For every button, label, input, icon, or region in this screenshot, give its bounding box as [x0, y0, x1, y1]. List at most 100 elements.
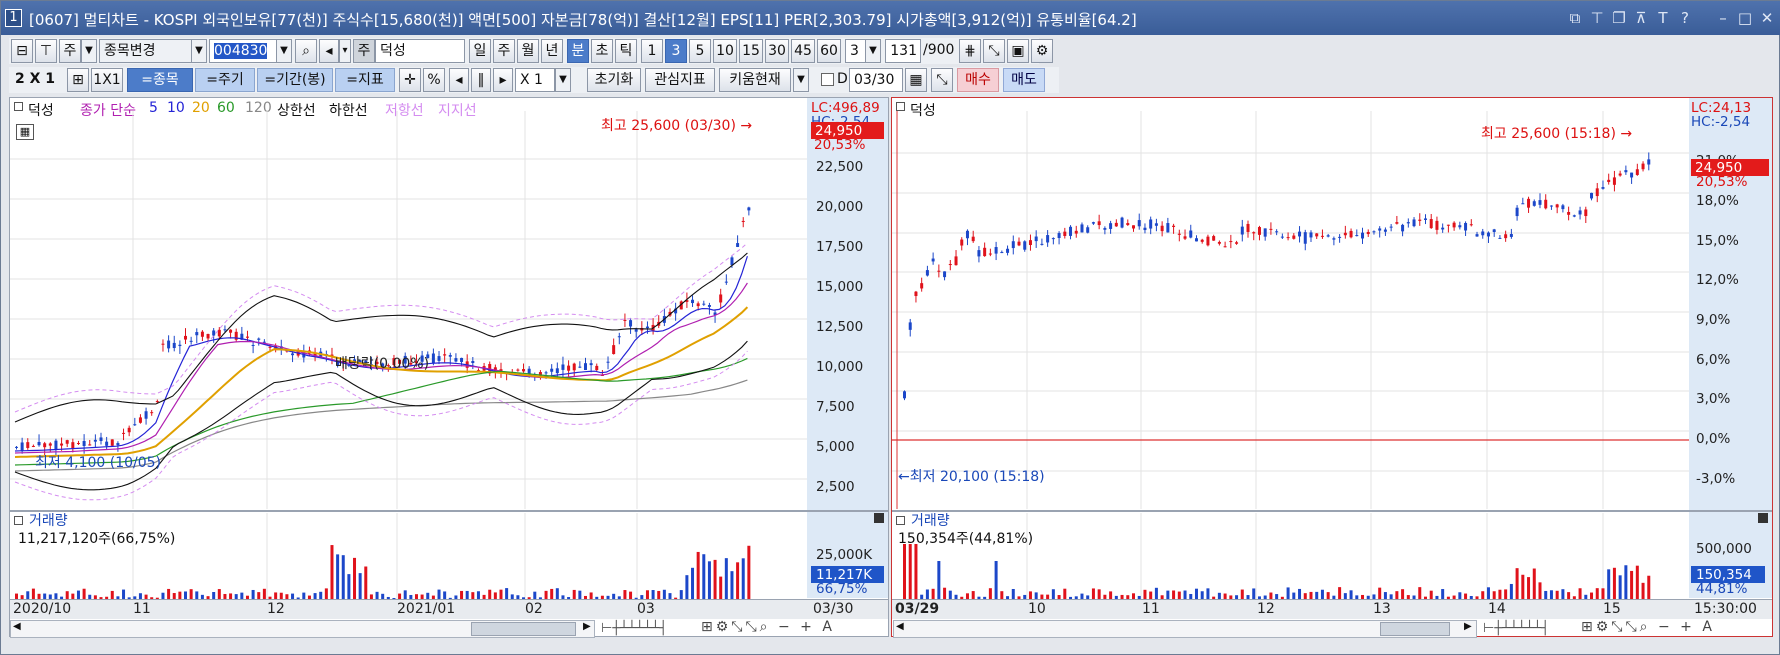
minute-5-button[interactable]: 5	[689, 39, 711, 63]
candle-body	[595, 365, 599, 371]
minimize-icon[interactable]: –	[1713, 8, 1733, 28]
one-by-one-button[interactable]: 1X1	[91, 68, 123, 92]
candle-body	[1452, 222, 1456, 228]
settings-gear-icon[interactable]: ⚙	[1031, 39, 1053, 63]
stock-code-input[interactable]: 004830	[209, 39, 277, 63]
font-icon[interactable]: T	[1653, 8, 1673, 28]
period-month-button[interactable]: 월	[517, 39, 539, 63]
close-icon[interactable]: ✕	[1757, 8, 1777, 28]
right-scrollbar[interactable]: ◀ ▶	[893, 620, 1477, 638]
cascade-icon[interactable]: ❐	[1609, 8, 1629, 28]
save-icon[interactable]: ▣	[1007, 39, 1029, 63]
volume-bar	[1172, 590, 1176, 599]
scroll-right-icon[interactable]: ▸	[493, 68, 513, 92]
volume-bar	[1429, 590, 1433, 599]
right-scroll-right-icon[interactable]: ▶	[1464, 621, 1472, 632]
minute-30-button[interactable]: 30	[765, 39, 789, 63]
kiwoom-dropdown-icon[interactable]: ▼	[793, 68, 809, 92]
indicator-icon[interactable]: ⋕	[959, 39, 981, 63]
candle-body	[1103, 228, 1107, 230]
right-zoom-slider[interactable]: ⊢┼┴┴┴┴┴┤	[1483, 621, 1549, 636]
left-zoom-slider[interactable]: ⊢┼┴┴┴┴┴┤	[601, 621, 667, 636]
buy-button[interactable]: 매수	[957, 68, 999, 92]
draw-icon[interactable]: ⤡	[983, 39, 1005, 63]
candle-body	[920, 283, 924, 289]
left-scroll-thumb[interactable]	[471, 622, 576, 636]
candle-body	[617, 336, 621, 338]
link-icon[interactable]: ⧉	[1565, 8, 1585, 28]
fix-icon[interactable]: ⊼	[1631, 8, 1651, 28]
sync-period-button[interactable]: =주기	[195, 68, 255, 92]
scroll-left-icon[interactable]: ◂	[449, 68, 469, 92]
period-week-button[interactable]: 주	[493, 39, 515, 63]
candle-body	[1332, 238, 1336, 240]
toolbar-row-2: 2 X 1 ⊞ 1X1 =종목 =주기 =기간(봉) =지표 ✛ % ◂ ‖ ▸…	[9, 67, 1059, 93]
right-bottom-tools-icon[interactable]: ⊞⚙⤡⤡⌕ − + A	[1581, 619, 1715, 635]
candle-body	[903, 391, 906, 399]
left-volume-collapse-icon[interactable]	[874, 513, 884, 523]
right-volume-collapse-icon[interactable]	[1758, 513, 1768, 523]
left-scroll-right-icon[interactable]: ▶	[583, 621, 591, 632]
pin-icon[interactable]: ⊤	[1587, 8, 1607, 28]
period-day-button[interactable]: 일	[469, 39, 491, 63]
pause-icon[interactable]: ‖	[471, 68, 491, 92]
right-scroll-thumb[interactable]	[1380, 622, 1450, 636]
maximize-icon[interactable]: □	[1735, 8, 1755, 28]
volume-bar	[330, 545, 334, 599]
zoom-dropdown-icon[interactable]: ▼	[555, 68, 571, 92]
order-icon[interactable]: ⤡	[931, 68, 953, 92]
period-year-button[interactable]: 년	[541, 39, 563, 63]
sync-stock-button[interactable]: =종목	[127, 68, 193, 92]
stock-change-select[interactable]: 종목변경	[99, 39, 193, 63]
stock-name-field[interactable]: 덕성	[375, 39, 465, 63]
sell-button[interactable]: 매도	[1003, 68, 1045, 92]
right-volume-checkbox[interactable]	[896, 516, 905, 525]
pin-toggle-icon[interactable]: ⊤	[35, 39, 57, 63]
count-input[interactable]: 131	[885, 39, 921, 63]
left-change-pct: 20,53%	[814, 137, 866, 153]
minute-1-button[interactable]: 1	[641, 39, 663, 63]
kiwoom-current-button[interactable]: 키움현재	[719, 68, 791, 92]
left-volume-checkbox[interactable]	[14, 516, 23, 525]
calendar-icon[interactable]: ▦	[905, 68, 927, 92]
minute-3-button[interactable]: 3	[665, 39, 687, 63]
sync-range-button[interactable]: =기간(봉)	[257, 68, 333, 92]
date-input[interactable]: 03/30	[849, 68, 903, 92]
left-scrollbar[interactable]: ◀ ▶	[10, 620, 595, 638]
help-icon[interactable]: ?	[1675, 8, 1695, 28]
minute-15-button[interactable]: 15	[739, 39, 763, 63]
window-number-badge: 1	[5, 9, 22, 27]
interval-dropdown-icon[interactable]: ▼	[865, 39, 881, 63]
crosshair-icon[interactable]: ✛	[399, 68, 421, 92]
candle-body	[93, 439, 97, 442]
date-checkbox[interactable]	[821, 73, 834, 86]
candle-body	[724, 281, 728, 283]
grid-icon[interactable]: ⊞	[67, 68, 89, 92]
period-second-button[interactable]: 초	[591, 39, 613, 63]
layout-icon[interactable]: ⊟	[11, 39, 33, 63]
right-xtick: 11	[1142, 601, 1160, 617]
left-bottom-tools-icon[interactable]: ⊞⚙⤡⤡⌕ − + A	[701, 619, 835, 635]
period-minute-button[interactable]: 분	[567, 39, 589, 63]
minute-45-button[interactable]: 45	[791, 39, 815, 63]
left-scroll-left-icon[interactable]: ◀	[13, 621, 21, 632]
minute-10-button[interactable]: 10	[713, 39, 737, 63]
period-type-button[interactable]: 주	[59, 39, 81, 63]
reset-button[interactable]: 초기화	[587, 68, 641, 92]
candle-body	[1200, 239, 1204, 242]
candle-body	[1355, 235, 1359, 237]
prev-stock-dropdown-icon[interactable]: ▾	[339, 39, 351, 63]
prev-stock-icon[interactable]: ◂	[319, 39, 339, 63]
percent-icon[interactable]: %	[423, 68, 445, 92]
right-scroll-left-icon[interactable]: ◀	[896, 621, 904, 632]
minute-60-button[interactable]: 60	[817, 39, 841, 63]
stock-change-dropdown-icon[interactable]: ▼	[191, 39, 207, 63]
period-type-dropdown-icon[interactable]: ▼	[81, 39, 97, 63]
search-icon[interactable]: ⌕	[295, 39, 317, 63]
candle-body	[527, 368, 531, 374]
sync-indicator-button[interactable]: =지표	[335, 68, 395, 92]
stock-code-dropdown-icon[interactable]: ▼	[276, 39, 292, 63]
zoom-select[interactable]: X 1	[515, 68, 555, 92]
watch-indicator-button[interactable]: 관심지표	[645, 68, 715, 92]
period-tick-button[interactable]: 틱	[615, 39, 637, 63]
